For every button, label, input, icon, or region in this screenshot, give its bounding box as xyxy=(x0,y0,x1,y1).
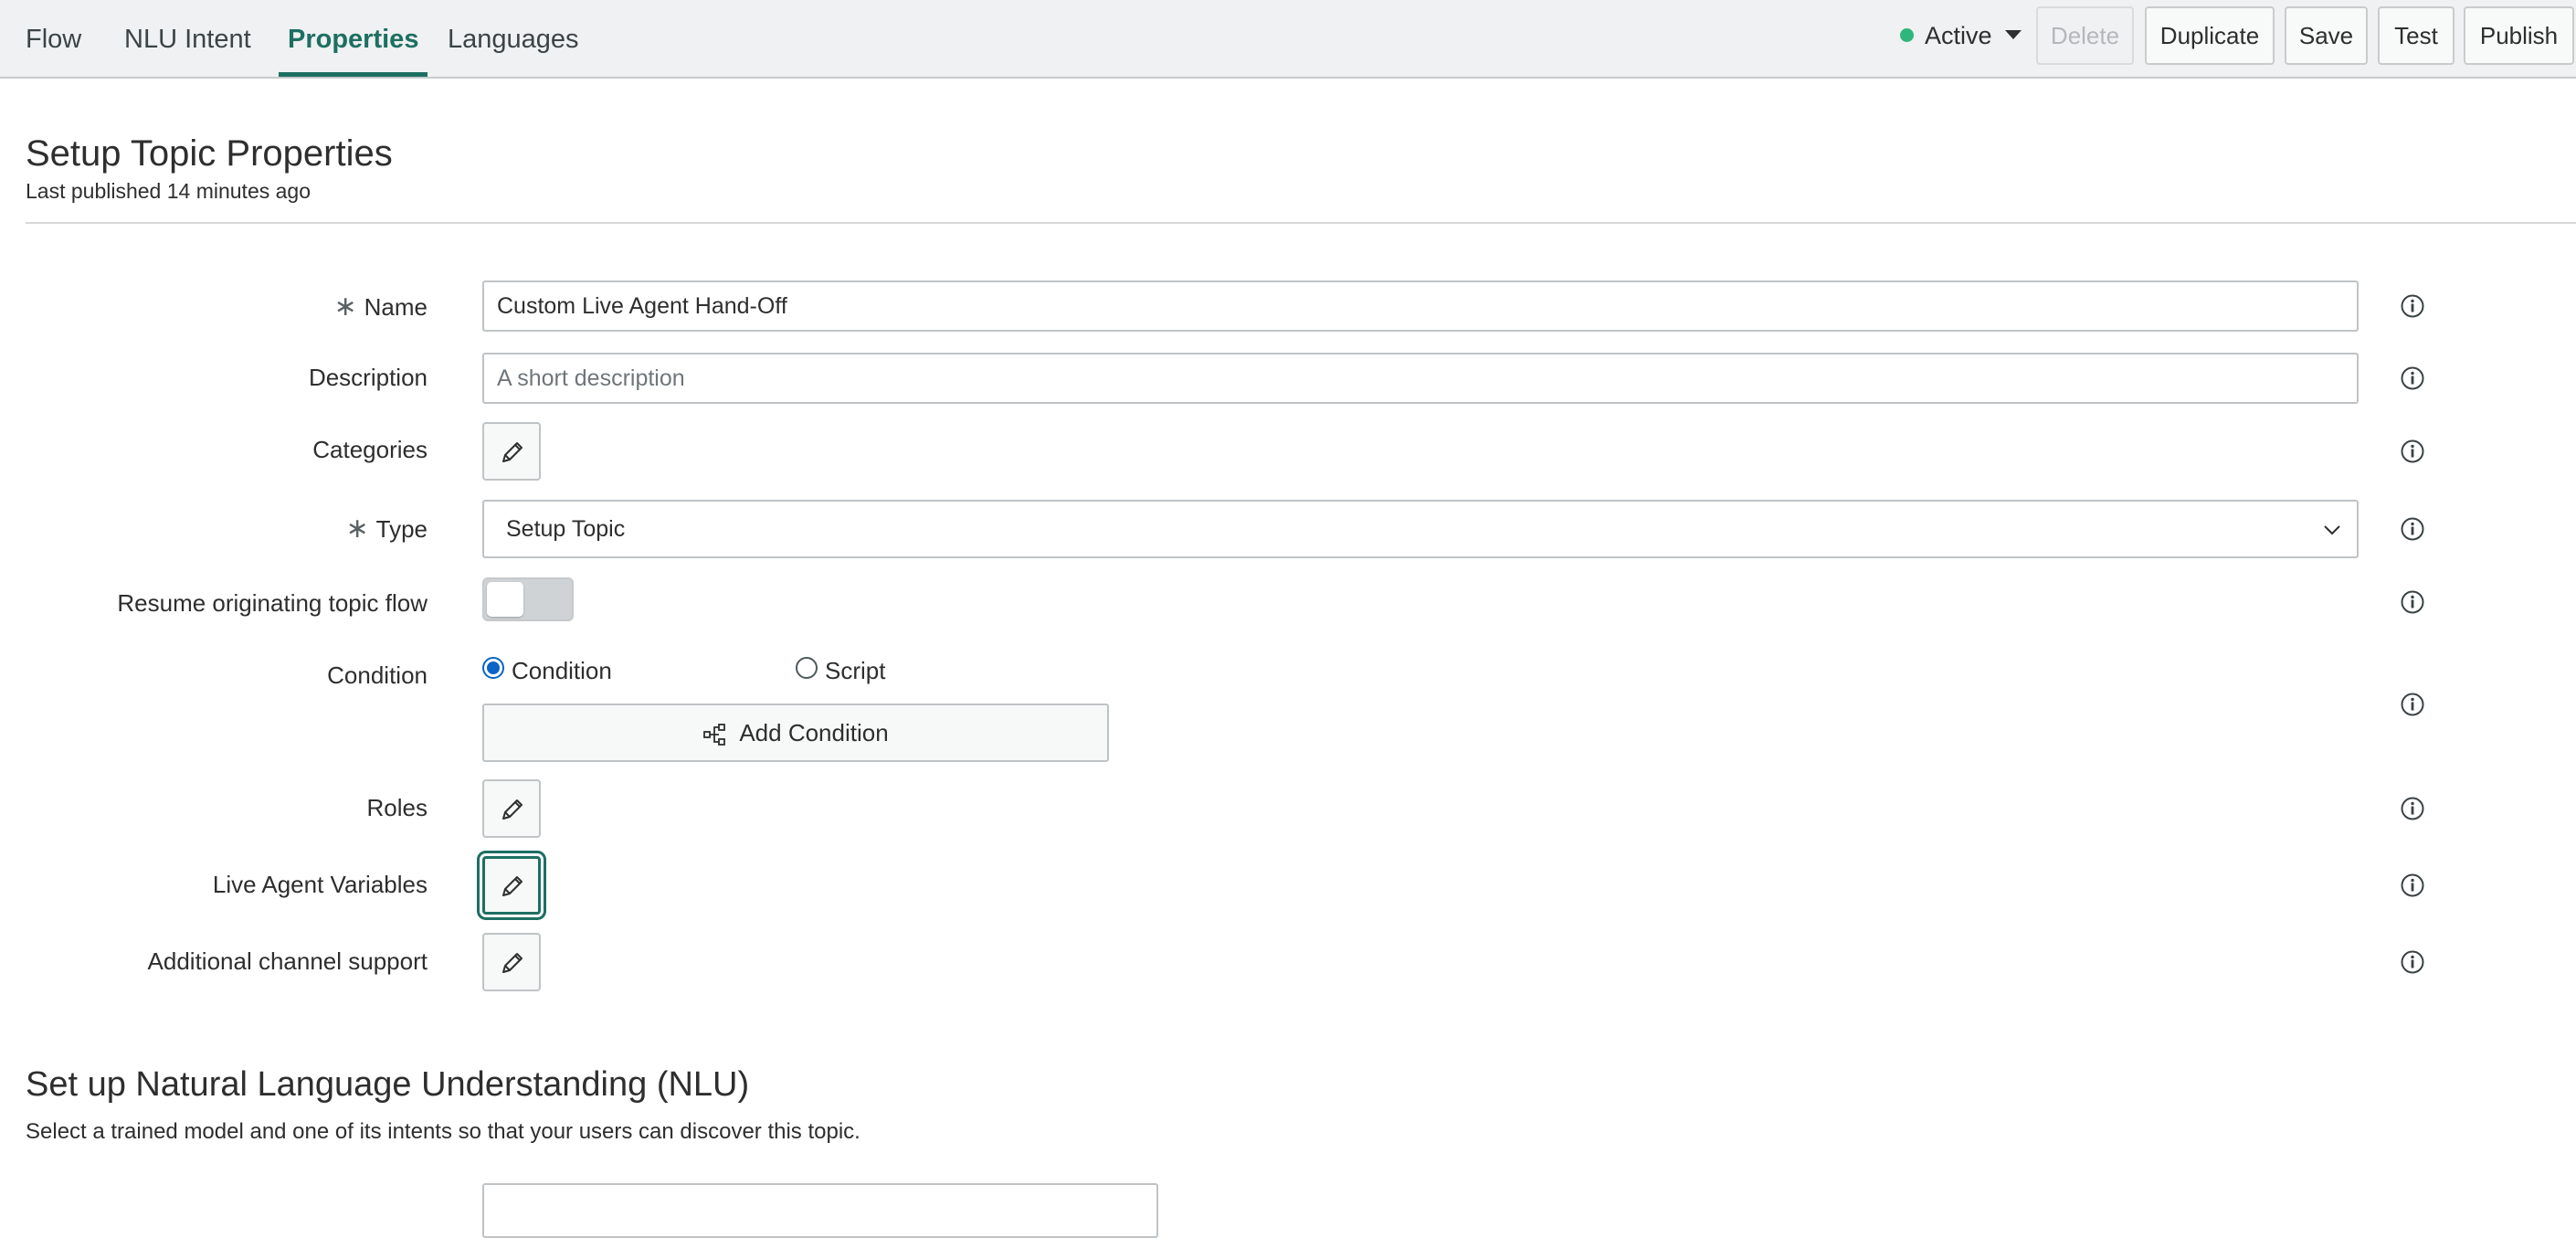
live-agent-variables-label: Live Agent Variables xyxy=(212,871,428,898)
name-info-icon[interactable] xyxy=(2400,293,2425,319)
top-bar: Flow NLU Intent Properties Languages Act… xyxy=(0,0,2576,79)
delete-button[interactable]: Delete xyxy=(2036,6,2134,65)
save-button[interactable]: Save xyxy=(2285,6,2368,65)
publish-button[interactable]: Publish xyxy=(2464,6,2574,65)
resume-flow-info-icon[interactable] xyxy=(2400,589,2425,615)
additional-channel-support-edit-button[interactable] xyxy=(482,933,541,991)
header-divider xyxy=(26,222,2576,224)
nlu-section-description: Select a trained model and one of its in… xyxy=(26,1119,860,1144)
pencil-icon xyxy=(502,953,523,973)
nlu-section-title: Set up Natural Language Understanding (N… xyxy=(26,1065,750,1104)
type-select[interactable]: Setup Topic xyxy=(482,500,2359,558)
resume-flow-label: Resume originating topic flow xyxy=(117,589,428,617)
categories-edit-button[interactable] xyxy=(482,422,541,481)
type-label: ∗ Type xyxy=(345,513,428,545)
roles-info-icon[interactable] xyxy=(2400,796,2425,821)
status-dropdown[interactable]: Active xyxy=(1900,0,2022,71)
categories-label: Categories xyxy=(312,436,428,463)
tab-properties[interactable]: Properties xyxy=(278,0,428,77)
tab-languages[interactable]: Languages xyxy=(448,0,579,77)
condition-info-icon[interactable] xyxy=(2400,692,2425,717)
description-info-icon[interactable] xyxy=(2400,365,2425,391)
type-select-value: Setup Topic xyxy=(506,516,626,542)
name-label: ∗ Name xyxy=(334,291,428,323)
live-agent-variables-info-icon[interactable] xyxy=(2400,873,2425,898)
caret-down-icon xyxy=(2004,30,2022,39)
condition-radio[interactable] xyxy=(482,657,504,679)
additional-channel-support-label: Additional channel support xyxy=(147,947,428,975)
type-label-text: Type xyxy=(375,515,428,543)
pencil-icon xyxy=(502,442,523,462)
name-label-text: Name xyxy=(364,293,428,321)
chevron-down-icon xyxy=(2324,525,2340,535)
script-radio[interactable] xyxy=(796,657,818,679)
add-condition-label: Add Condition xyxy=(739,718,889,746)
condition-branch-icon xyxy=(703,723,726,746)
duplicate-button[interactable]: Duplicate xyxy=(2145,6,2275,65)
required-asterisk: ∗ xyxy=(333,291,357,322)
description-label: Description xyxy=(308,364,428,391)
nlu-model-select[interactable] xyxy=(482,1183,1158,1238)
page-title: Setup Topic Properties xyxy=(26,133,393,174)
roles-edit-button[interactable] xyxy=(482,779,541,838)
condition-radio-label[interactable]: Condition xyxy=(512,657,612,685)
toggle-knob xyxy=(487,582,523,617)
script-radio-label[interactable]: Script xyxy=(825,657,885,685)
condition-label: Condition xyxy=(327,661,428,689)
description-input[interactable] xyxy=(482,353,2359,404)
add-condition-button[interactable]: Add Condition xyxy=(482,704,1109,762)
live-agent-variables-edit-button[interactable] xyxy=(482,856,541,915)
status-dot-icon xyxy=(1900,28,1914,42)
type-info-icon[interactable] xyxy=(2400,516,2425,542)
roles-label: Roles xyxy=(366,794,428,821)
categories-info-icon[interactable] xyxy=(2400,439,2425,464)
name-input[interactable] xyxy=(482,280,2359,332)
pencil-icon xyxy=(502,876,523,896)
resume-flow-toggle[interactable] xyxy=(482,577,574,621)
tab-nlu-intent[interactable]: NLU Intent xyxy=(124,0,251,77)
pencil-icon xyxy=(502,799,523,820)
last-published-text: Last published 14 minutes ago xyxy=(26,179,311,203)
tab-flow[interactable]: Flow xyxy=(26,0,81,77)
additional-channel-support-info-icon[interactable] xyxy=(2400,949,2425,975)
status-label: Active xyxy=(1925,22,1992,49)
test-button[interactable]: Test xyxy=(2378,6,2455,65)
required-asterisk: ∗ xyxy=(345,513,369,544)
